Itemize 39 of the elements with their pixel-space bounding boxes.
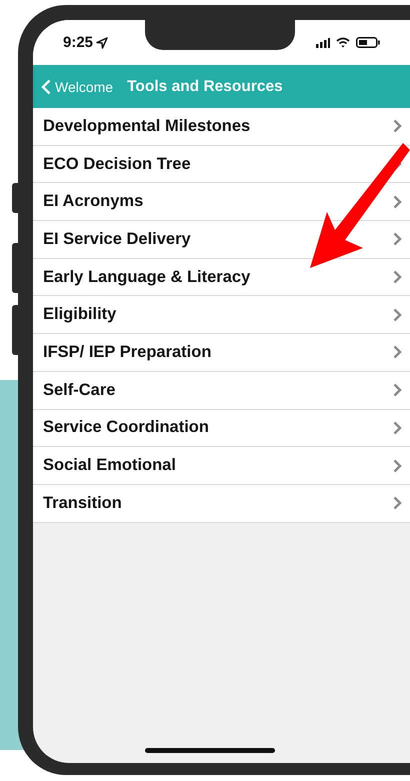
chevron-icon — [393, 194, 402, 209]
list-item[interactable]: Eligibility — [33, 296, 410, 334]
item-label: ECO Decision Tree — [43, 154, 191, 174]
item-label: Self-Care — [43, 380, 116, 400]
list-item[interactable]: ECO Decision Tree — [33, 146, 410, 184]
location-icon — [96, 36, 108, 48]
list-item[interactable]: IFSP/ IEP Preparation — [33, 334, 410, 372]
chevron-icon — [393, 383, 402, 398]
list-item[interactable]: Transition — [33, 484, 410, 523]
status-time: 9:25 — [63, 34, 94, 51]
chevron-icon — [393, 345, 402, 360]
item-label: EI Service Delivery — [43, 230, 191, 249]
list-item[interactable]: EI Acronyms — [33, 183, 410, 222]
chevron-icon — [393, 270, 402, 284]
item-label: Eligibility — [43, 305, 116, 324]
item-label: EI Acronyms — [43, 192, 144, 212]
list-item[interactable]: Service Coordination — [33, 410, 410, 448]
list-item[interactable]: Social Emotional — [33, 447, 410, 485]
item-label: IFSP/ IEP Preparation — [43, 342, 212, 362]
chevron-icon — [393, 232, 402, 246]
signal-icon — [316, 38, 330, 48]
wifi-icon — [336, 37, 350, 48]
item-label: Service Coordination — [43, 418, 209, 438]
list-item[interactable]: Self-Care — [33, 372, 410, 410]
list-item[interactable]: Developmental Milestones — [33, 108, 410, 146]
chevron-icon — [393, 496, 402, 510]
item-label: Early Language & Literacy — [43, 268, 250, 287]
item-label: Transition — [43, 494, 122, 513]
chevron-icon — [393, 420, 402, 435]
item-label: Developmental Milestones — [43, 116, 250, 136]
list-item[interactable]: Early Language & Literacy — [33, 258, 410, 296]
battery-icon — [356, 37, 380, 48]
chevron-icon — [393, 308, 402, 322]
list-item[interactable]: EI Service Delivery — [33, 221, 410, 259]
chevron-icon — [393, 119, 402, 134]
back-chevron-icon — [41, 78, 51, 94]
screen-title: Tools and Resources — [127, 78, 283, 96]
chevron-icon — [393, 458, 402, 473]
item-label: Social Emotional — [43, 456, 176, 476]
